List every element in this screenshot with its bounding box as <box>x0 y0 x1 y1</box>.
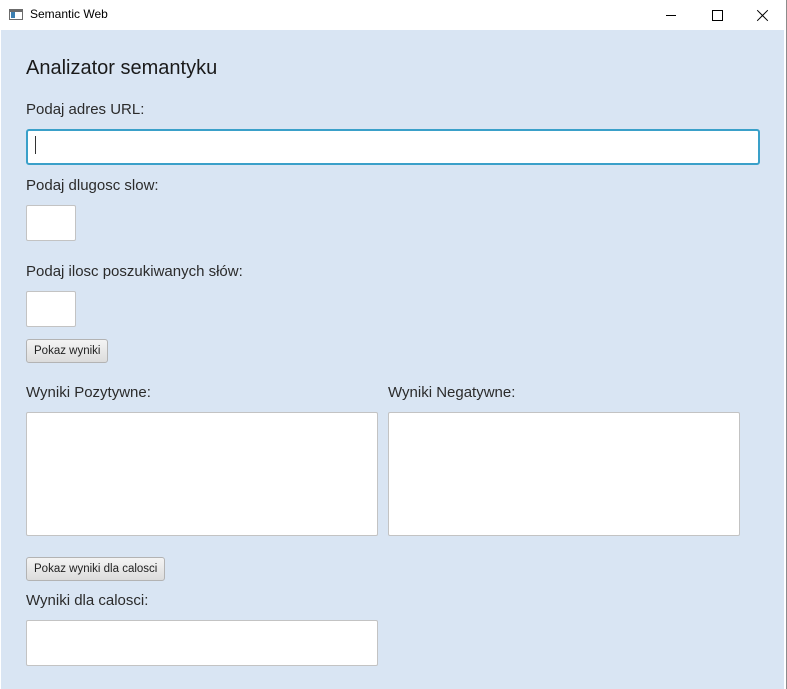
close-icon <box>757 9 769 21</box>
close-button[interactable] <box>740 0 786 30</box>
maximize-icon <box>711 9 723 21</box>
negative-results-textarea[interactable] <box>388 412 740 536</box>
total-results-label: Wyniki dla calosci: <box>26 592 149 609</box>
text-caret <box>35 136 36 154</box>
url-input[interactable] <box>26 129 760 165</box>
total-results-field[interactable] <box>26 620 378 666</box>
positive-results-label: Wyniki Pozytywne: <box>26 384 151 401</box>
main-panel: Analizator semantyku Podaj adres URL: Po… <box>1 30 784 689</box>
window-title: Semantic Web <box>30 7 108 21</box>
show-results-button[interactable]: Pokaz wyniki <box>26 339 109 363</box>
show-total-results-button[interactable]: Pokaz wyniki dla calosci <box>26 557 166 581</box>
app-window-icon <box>9 9 23 20</box>
minimize-button[interactable] <box>648 0 694 30</box>
word-count-input[interactable] <box>26 291 76 327</box>
word-count-label: Podaj ilosc poszukiwanych słów: <box>26 263 243 280</box>
maximize-button[interactable] <box>694 0 740 30</box>
positive-results-textarea[interactable] <box>26 412 378 536</box>
minimize-icon <box>666 14 676 16</box>
word-length-label: Podaj dlugosc slow: <box>26 177 159 194</box>
title-bar[interactable]: Semantic Web <box>0 0 786 30</box>
page-title: Analizator semantyku <box>26 57 218 79</box>
url-label: Podaj adres URL: <box>26 101 145 118</box>
negative-results-label: Wyniki Negatywne: <box>388 384 516 401</box>
word-length-input[interactable] <box>26 205 76 241</box>
app-window: Semantic Web Analizator semantyku Podaj … <box>0 0 787 689</box>
